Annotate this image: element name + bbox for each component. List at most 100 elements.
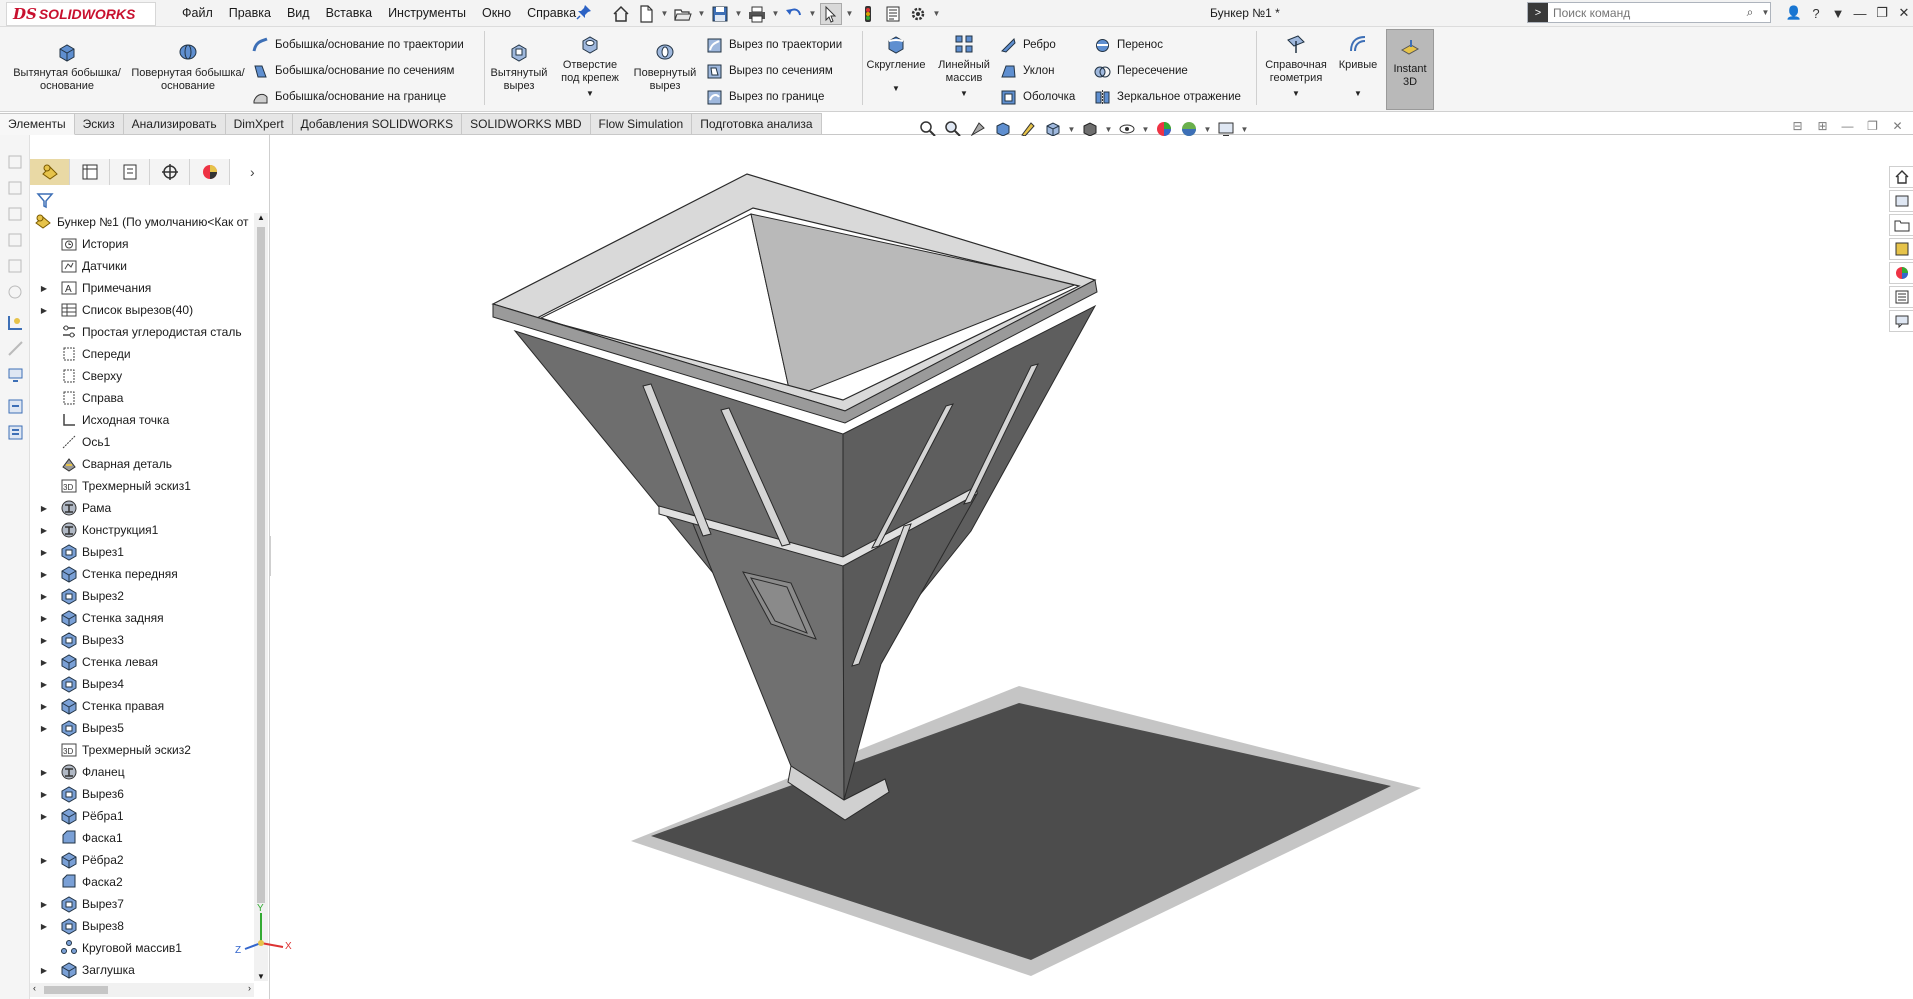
select-icon[interactable] bbox=[820, 2, 842, 25]
menu-insert[interactable]: Вставка bbox=[318, 0, 380, 26]
viewport-restore-icon[interactable]: ❐ bbox=[1863, 119, 1882, 133]
tree-node[interactable]: Фаска1 bbox=[30, 827, 254, 849]
expand-arrow-icon[interactable]: ▶ bbox=[38, 526, 50, 535]
save-icon[interactable] bbox=[709, 3, 731, 25]
strip-tool-icon[interactable] bbox=[6, 397, 25, 416]
expand-arrow-icon[interactable]: ▶ bbox=[38, 922, 50, 931]
curves-caret-icon[interactable]: ▼ bbox=[1334, 87, 1382, 100]
options-caret-icon[interactable]: ▼ bbox=[932, 9, 941, 18]
appearances-icon[interactable] bbox=[1889, 262, 1913, 284]
configuration-manager-tab-icon[interactable] bbox=[110, 159, 150, 185]
tree-node[interactable]: История bbox=[30, 233, 254, 255]
undo-icon[interactable] bbox=[783, 3, 805, 25]
expand-arrow-icon[interactable]: ▶ bbox=[38, 658, 50, 667]
home-icon[interactable] bbox=[610, 3, 632, 25]
expand-arrow-icon[interactable]: ▶ bbox=[38, 306, 50, 315]
linear-pattern-caret-icon[interactable]: ▼ bbox=[932, 87, 996, 100]
view-palette-icon[interactable] bbox=[1889, 238, 1913, 260]
scroll-up-icon[interactable]: ▲ bbox=[257, 213, 265, 222]
tree-node[interactable]: 3D Трехмерный эскиз1 bbox=[30, 475, 254, 497]
loft-boss-button[interactable]: Бобышка/основание по сечениям bbox=[252, 61, 454, 81]
reference-geometry-caret-icon[interactable]: ▼ bbox=[1260, 87, 1332, 100]
mirror-button[interactable]: Зеркальное отражение bbox=[1094, 87, 1241, 107]
shell-button[interactable]: Оболочка bbox=[1000, 87, 1075, 107]
hole-wizard-button[interactable]: Отверстие под крепеж ▼ bbox=[554, 33, 626, 100]
solidworks-resources-icon[interactable] bbox=[1889, 166, 1913, 188]
design-library-icon[interactable] bbox=[1889, 190, 1913, 212]
tree-node[interactable]: ▶ Список вырезов(40) bbox=[30, 299, 254, 321]
tree-node[interactable]: ▶ Рёбра2 bbox=[30, 849, 254, 871]
filter-icon[interactable] bbox=[36, 191, 54, 209]
fillet-button[interactable]: Скругление ▼ bbox=[864, 33, 928, 95]
file-properties-icon[interactable] bbox=[882, 3, 904, 25]
reference-geometry-button[interactable]: Справочная геометрия ▼ bbox=[1260, 33, 1332, 100]
forum-icon[interactable] bbox=[1889, 310, 1913, 332]
tree-node[interactable]: ▶ Стенка правая bbox=[30, 695, 254, 717]
linear-pattern-button[interactable]: Линейный массив ▼ bbox=[932, 33, 996, 100]
expand-arrow-icon[interactable]: ▶ bbox=[38, 702, 50, 711]
chevron-right-icon[interactable]: › bbox=[250, 164, 255, 180]
tree-node[interactable]: ▶ Вырез4 bbox=[30, 673, 254, 695]
tab-sketch[interactable]: Эскиз bbox=[74, 113, 124, 135]
expand-arrow-icon[interactable]: ▶ bbox=[38, 856, 50, 865]
print-icon[interactable] bbox=[746, 3, 768, 25]
menu-view[interactable]: Вид bbox=[279, 0, 318, 26]
expand-arrow-icon[interactable]: ▶ bbox=[38, 504, 50, 513]
draft-button[interactable]: Уклон bbox=[1000, 61, 1055, 81]
strip-tool-icon[interactable] bbox=[6, 365, 25, 384]
search-input[interactable] bbox=[1548, 4, 1739, 21]
tree-horizontal-scrollbar[interactable]: ‹ › bbox=[30, 983, 254, 997]
display-style-caret-icon[interactable]: ▼ bbox=[1104, 125, 1113, 134]
open-icon[interactable] bbox=[672, 3, 694, 25]
strip-tool-icon[interactable] bbox=[6, 153, 25, 172]
tree-node[interactable]: Сверху bbox=[30, 365, 254, 387]
tree-node[interactable]: Простая углеродистая сталь bbox=[30, 321, 254, 343]
expand-arrow-icon[interactable]: ▶ bbox=[38, 636, 50, 645]
scroll-left-icon[interactable]: ‹ bbox=[33, 983, 36, 993]
tree-node[interactable]: Фаска2 bbox=[30, 871, 254, 893]
search-scope-icon[interactable]: > bbox=[1528, 3, 1548, 22]
revolve-boss-button[interactable]: Повернутая бобышка/основание bbox=[130, 41, 246, 93]
tree-node[interactable]: ▶ Стенка задняя bbox=[30, 607, 254, 629]
viewport-close-icon[interactable]: ✕ bbox=[1888, 119, 1907, 133]
tab-mbd[interactable]: SOLIDWORKS MBD bbox=[462, 113, 591, 135]
expand-arrow-icon[interactable]: ▶ bbox=[38, 548, 50, 557]
menu-window[interactable]: Окно bbox=[474, 0, 519, 26]
tree-vertical-scrollbar[interactable]: ▲ ▼ bbox=[254, 213, 268, 981]
tree-node[interactable]: ▶ Заглушка bbox=[30, 959, 254, 981]
options-icon[interactable] bbox=[907, 3, 929, 25]
tab-features[interactable]: Элементы bbox=[0, 113, 75, 135]
expand-arrow-icon[interactable]: ▶ bbox=[38, 680, 50, 689]
feature-manager-tree-tab-icon[interactable] bbox=[30, 159, 70, 185]
rib-button[interactable]: Ребро bbox=[1000, 35, 1056, 55]
sweep-boss-button[interactable]: Бобышка/основание по траектории bbox=[252, 35, 464, 55]
hole-wizard-caret-icon[interactable]: ▼ bbox=[554, 87, 626, 100]
help-icon[interactable]: ? bbox=[1805, 6, 1827, 21]
boundary-cut-button[interactable]: Вырез по границе bbox=[706, 87, 824, 107]
tree-node[interactable]: ▶ Конструкция1 bbox=[30, 519, 254, 541]
custom-properties-icon[interactable] bbox=[1889, 286, 1913, 308]
apply-scene-caret-icon[interactable]: ▼ bbox=[1203, 125, 1212, 134]
expand-arrow-icon[interactable]: ▶ bbox=[38, 966, 50, 975]
property-manager-tab-icon[interactable] bbox=[70, 159, 110, 185]
tree-node[interactable]: Ось1 bbox=[30, 431, 254, 453]
tree-node[interactable]: Сварная деталь bbox=[30, 453, 254, 475]
tab-dimxpert[interactable]: DimXpert bbox=[225, 113, 293, 135]
expand-arrow-icon[interactable]: ▶ bbox=[38, 768, 50, 777]
boundary-boss-button[interactable]: Бобышка/основание на границе bbox=[252, 87, 446, 107]
tree-node[interactable]: ▶ Вырез1 bbox=[30, 541, 254, 563]
revolve-cut-button[interactable]: Повернутый вырез bbox=[628, 41, 702, 93]
tree-node[interactable]: Исходная точка bbox=[30, 409, 254, 431]
user-icon[interactable]: 👤 bbox=[1783, 5, 1805, 21]
menu-help[interactable]: Справка bbox=[519, 0, 584, 26]
intersect-button[interactable]: Пересечение bbox=[1094, 61, 1188, 81]
print-caret-icon[interactable]: ▼ bbox=[771, 9, 780, 18]
strip-tool-icon[interactable] bbox=[6, 339, 25, 358]
tab-analysis-preparation[interactable]: Подготовка анализа bbox=[692, 113, 822, 135]
tree-node[interactable]: Круговой массив1 bbox=[30, 937, 254, 959]
pin-menu-icon[interactable] bbox=[576, 4, 592, 22]
search-icon[interactable]: ⌕ bbox=[1739, 5, 1761, 20]
tree-node[interactable]: ▶ Вырез7 bbox=[30, 893, 254, 915]
tab-addins[interactable]: Добавления SOLIDWORKS bbox=[292, 113, 463, 135]
view-settings-caret-icon[interactable]: ▼ bbox=[1240, 125, 1249, 134]
